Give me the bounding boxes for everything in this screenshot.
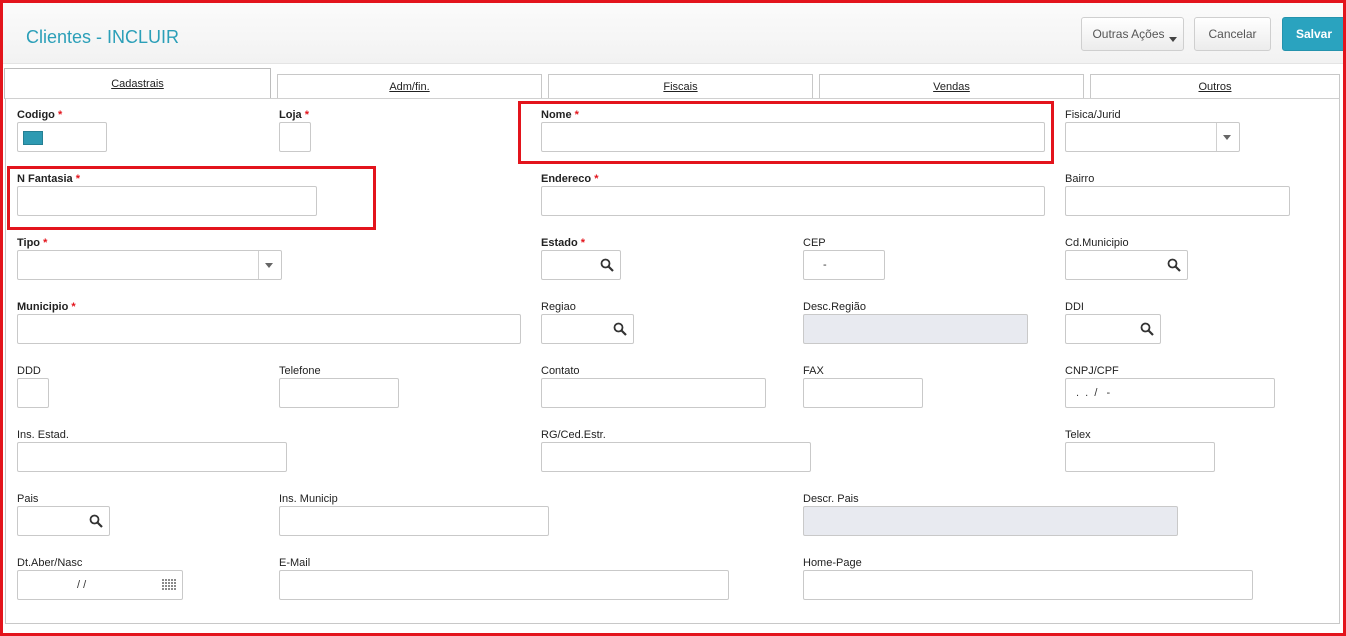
email-label: E-Mail	[279, 557, 311, 569]
home-page-field[interactable]	[803, 570, 1253, 600]
tab-adm-fin[interactable]: Adm/fin.	[277, 74, 542, 98]
cd-municipio-field[interactable]	[1065, 250, 1188, 280]
search-icon[interactable]	[613, 322, 627, 336]
codigo-marker	[23, 131, 43, 145]
rg-ced-estr-label: RG/Ced.Estr.	[541, 429, 606, 441]
form-panel	[5, 98, 1340, 624]
contato-label: Contato	[541, 365, 580, 377]
chevron-down-icon[interactable]	[1216, 123, 1239, 151]
telefone-label: Telefone	[279, 365, 321, 377]
telefone-field[interactable]	[279, 378, 399, 408]
estado-field[interactable]	[541, 250, 621, 280]
estado-label: Estado *	[541, 237, 586, 249]
nome-label: Nome *	[541, 109, 579, 121]
outras-acoes-label: Outras Ações	[1092, 27, 1165, 41]
tipo-label: Tipo *	[17, 237, 48, 249]
tab-vendas[interactable]: Vendas	[819, 74, 1084, 98]
tipo-select[interactable]	[17, 250, 282, 280]
email-field[interactable]	[279, 570, 729, 600]
rg-ced-estr-field[interactable]	[541, 442, 811, 472]
dt-aber-nasc-label: Dt.Aber/Nasc	[17, 557, 83, 569]
tab-label: Cadastrais	[111, 78, 164, 90]
endereco-field[interactable]	[541, 186, 1045, 216]
ddd-label: DDD	[17, 365, 41, 377]
regiao-label: Regiao	[541, 301, 576, 313]
pais-label: Pais	[17, 493, 39, 505]
cnpj-cpf-mask: . . / -	[1076, 387, 1111, 399]
ddd-field[interactable]	[17, 378, 49, 408]
n-fantasia-label: N Fantasia *	[17, 173, 80, 185]
ins-municip-label: Ins. Municip	[279, 493, 338, 505]
chevron-down-icon[interactable]	[258, 251, 281, 279]
tab-label: Outros	[1198, 80, 1232, 93]
pais-field[interactable]	[17, 506, 110, 536]
cnpj-cpf-label: CNPJ/CPF	[1065, 365, 1119, 377]
codigo-field[interactable]	[17, 122, 107, 152]
telex-field[interactable]	[1065, 442, 1215, 472]
calendar-icon[interactable]	[162, 579, 176, 594]
home-page-label: Home-Page	[803, 557, 862, 569]
regiao-field[interactable]	[541, 314, 634, 344]
desc-regiao-field	[803, 314, 1028, 344]
ins-municip-field[interactable]	[279, 506, 549, 536]
ddi-label: DDI	[1065, 301, 1084, 313]
ddi-field[interactable]	[1065, 314, 1161, 344]
ins-estad-label: Ins. Estad.	[17, 429, 69, 441]
tab-cadastrais[interactable]: Cadastrais	[4, 68, 271, 99]
fax-label: FAX	[803, 365, 824, 377]
search-icon[interactable]	[1167, 258, 1181, 272]
fisica-jurid-select[interactable]	[1065, 122, 1240, 152]
descr-pais-label: Descr. Pais	[803, 493, 859, 505]
search-icon[interactable]	[89, 514, 103, 528]
bairro-label: Bairro	[1065, 173, 1095, 185]
bairro-field[interactable]	[1065, 186, 1290, 216]
nome-field[interactable]	[541, 122, 1045, 152]
cep-field[interactable]: -	[803, 250, 885, 280]
page-title: Clientes - INCLUIR	[26, 27, 180, 47]
search-icon[interactable]	[1140, 322, 1154, 336]
cep-label: CEP	[803, 237, 826, 249]
municipio-field[interactable]	[17, 314, 521, 344]
tab-label: Fiscais	[663, 80, 698, 93]
cnpj-cpf-field[interactable]: . . / -	[1065, 378, 1275, 408]
contato-field[interactable]	[541, 378, 766, 408]
fisica-jurid-label: Fisica/Jurid	[1065, 109, 1121, 121]
tab-label: Vendas	[933, 80, 970, 93]
desc-regiao-label: Desc.Região	[803, 301, 866, 313]
loja-field[interactable]	[279, 122, 311, 152]
n-fantasia-field[interactable]	[17, 186, 317, 216]
tab-fiscais[interactable]: Fiscais	[548, 74, 813, 98]
descr-pais-field	[803, 506, 1178, 536]
date-mask: / /	[77, 579, 87, 591]
municipio-label: Municipio *	[17, 301, 76, 313]
fax-field[interactable]	[803, 378, 923, 408]
chevron-down-icon	[1169, 37, 1177, 42]
cd-municipio-label: Cd.Municipio	[1065, 237, 1129, 249]
cancel-button[interactable]: Cancelar	[1194, 17, 1271, 51]
cep-mask: -	[823, 259, 827, 271]
loja-label: Loja *	[279, 109, 309, 121]
outras-acoes-button[interactable]: Outras Ações	[1081, 17, 1184, 51]
dt-aber-nasc-field[interactable]: / /	[17, 570, 183, 600]
save-button[interactable]: Salvar	[1282, 17, 1346, 51]
telex-label: Telex	[1065, 429, 1091, 441]
search-icon[interactable]	[600, 258, 614, 272]
codigo-label: Codigo *	[17, 109, 63, 121]
endereco-label: Endereco *	[541, 173, 599, 185]
tab-label: Adm/fin.	[389, 80, 430, 93]
ins-estad-field[interactable]	[17, 442, 287, 472]
tab-outros[interactable]: Outros	[1090, 74, 1340, 98]
